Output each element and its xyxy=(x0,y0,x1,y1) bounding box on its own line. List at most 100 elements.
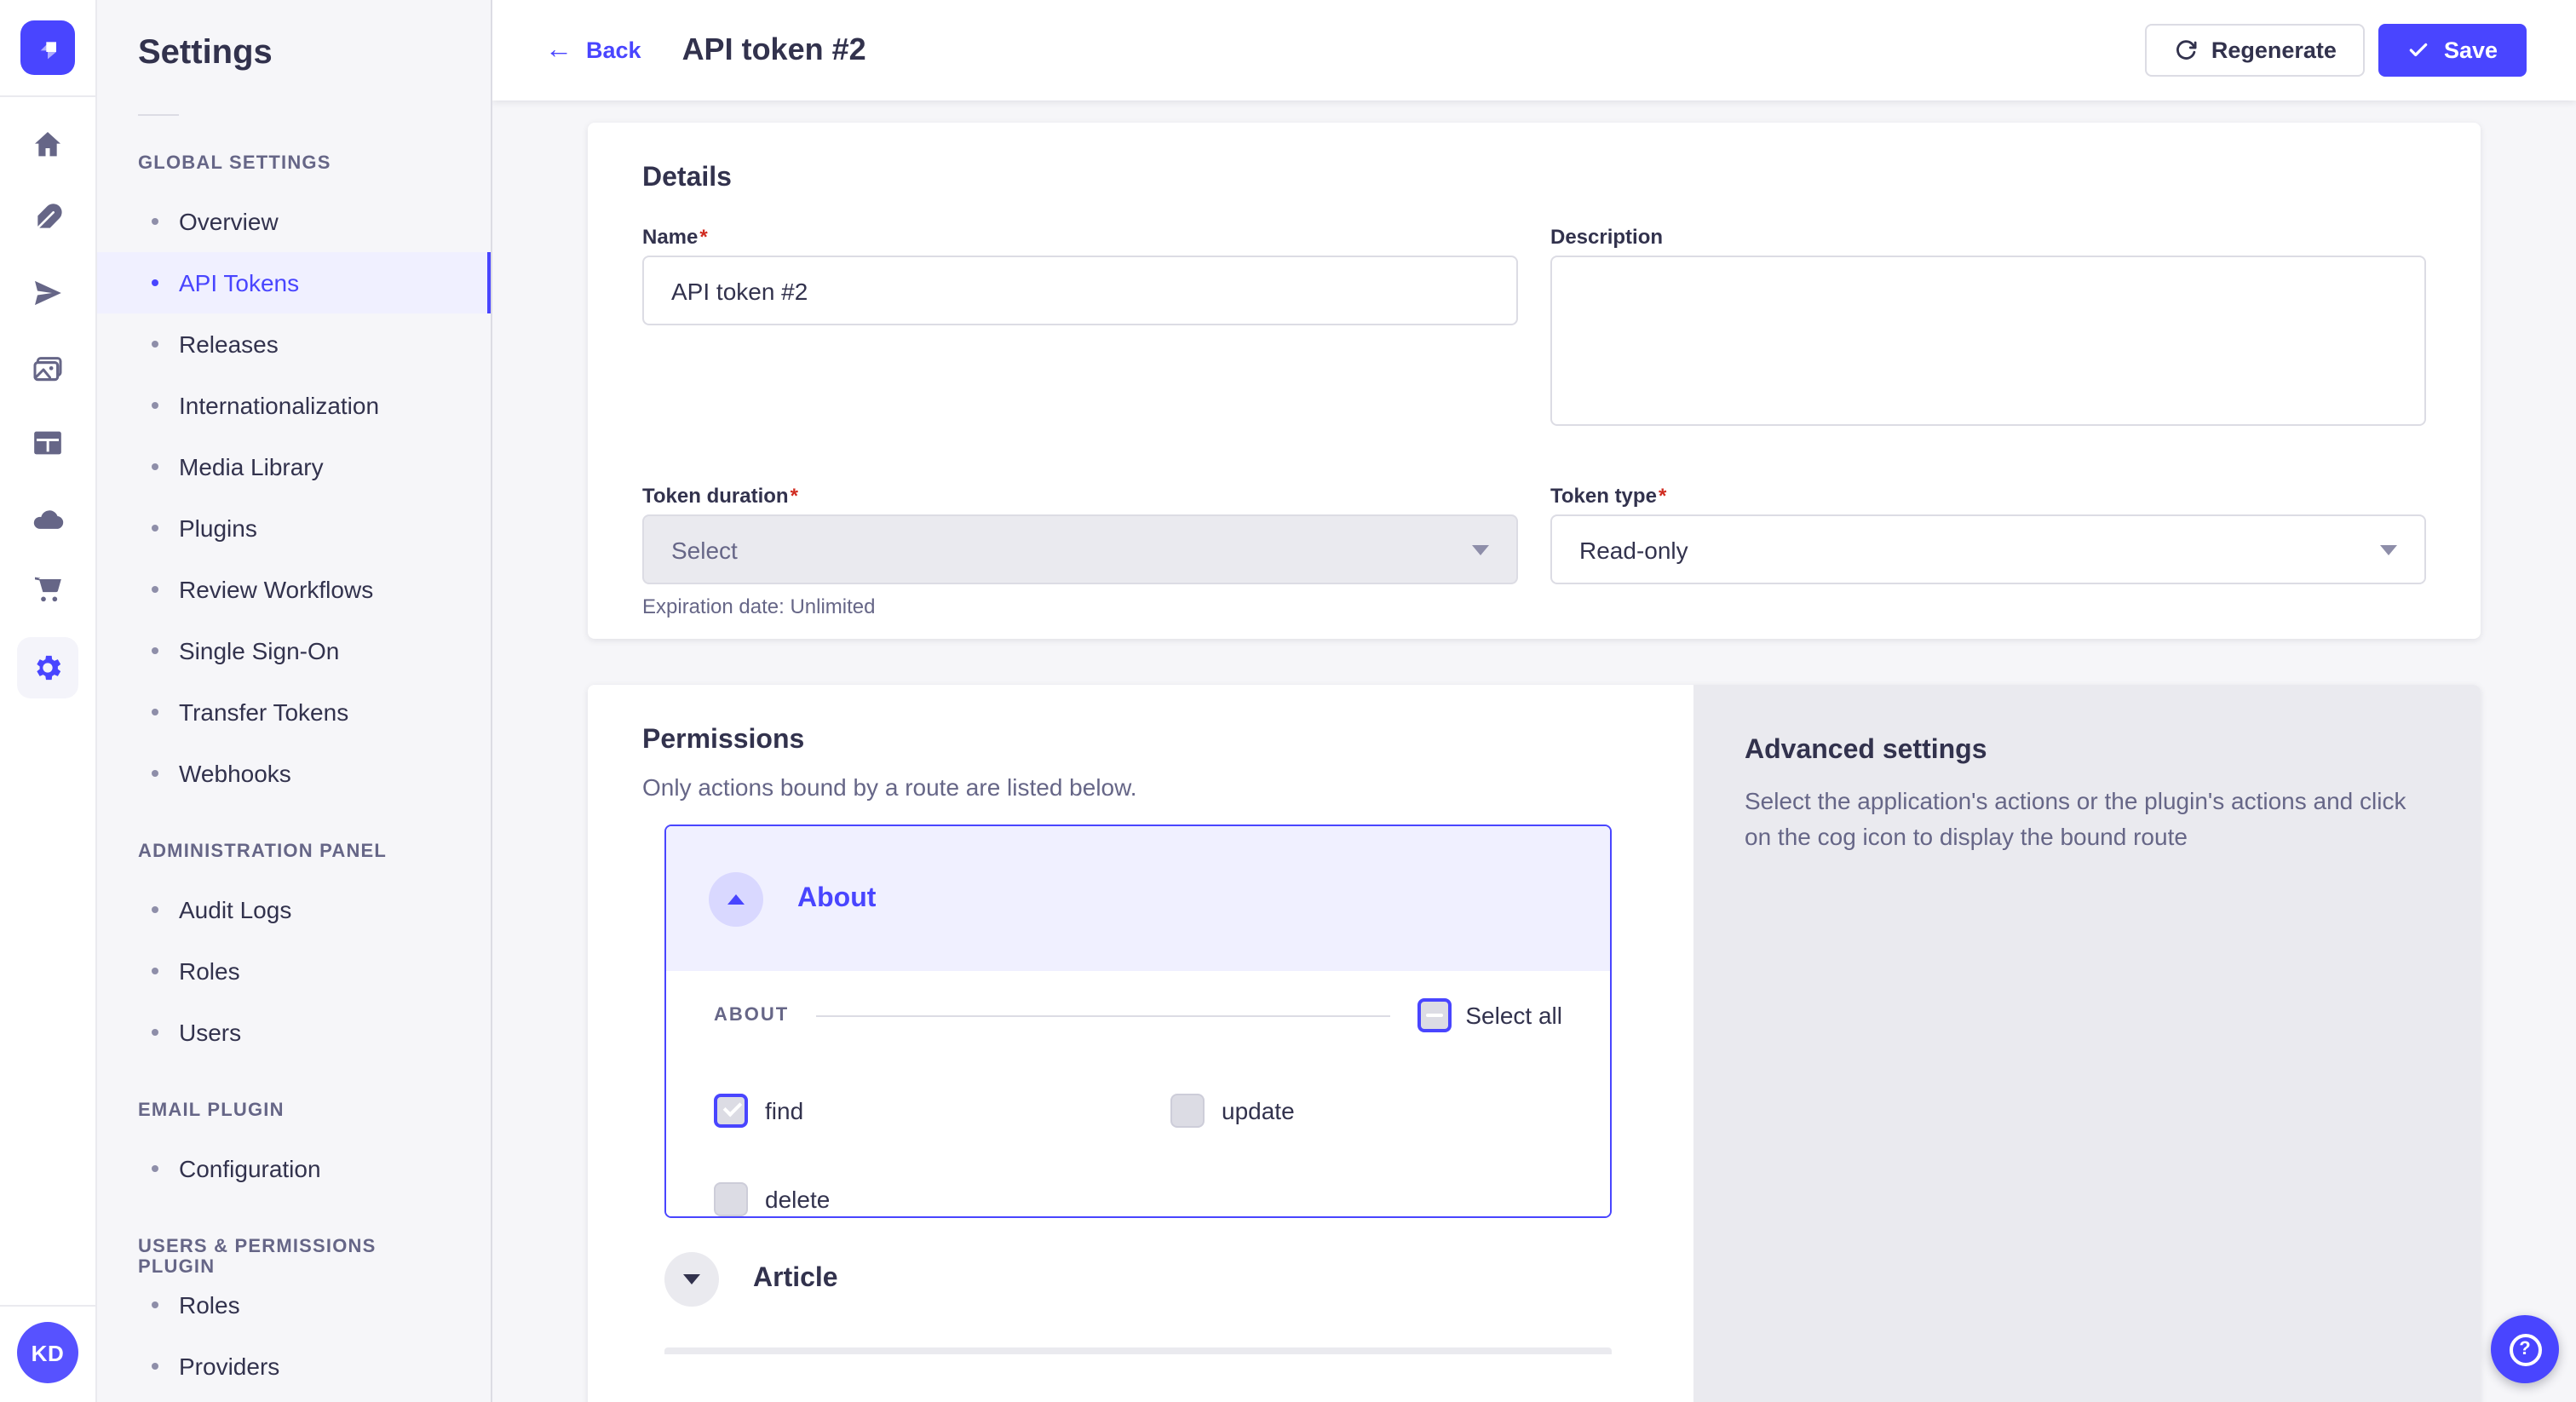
sidebar-item-api-tokens[interactable]: API Tokens xyxy=(97,252,491,313)
sidebar-item-label: Audit Logs xyxy=(179,896,291,923)
token-duration-select[interactable]: Select xyxy=(642,514,1518,584)
delete-checkbox[interactable] xyxy=(714,1182,748,1216)
sidebar-item-audit-logs[interactable]: Audit Logs xyxy=(97,879,491,940)
sidebar-item-label: Users xyxy=(179,1019,241,1046)
marketplace-icon[interactable] xyxy=(14,409,82,477)
rail-divider xyxy=(0,95,95,97)
permissions-card: Permissions Only actions bound by a rout… xyxy=(588,685,2481,1402)
back-arrow-icon: ← xyxy=(545,37,572,64)
bullet-icon xyxy=(152,770,158,777)
help-button[interactable]: ? xyxy=(2491,1315,2559,1383)
sidebar-item-label: Single Sign-On xyxy=(179,637,339,664)
accordion-about: About ABOUT Select all xyxy=(664,825,1612,1218)
cart-icon[interactable] xyxy=(14,554,82,622)
advanced-settings-heading: Advanced settings xyxy=(1745,736,2429,767)
token-duration-label: Token duration* xyxy=(642,484,1518,508)
find-label: find xyxy=(765,1097,803,1124)
check-icon xyxy=(2408,39,2430,61)
bullet-icon xyxy=(152,341,158,348)
sidebar-item-webhooks[interactable]: Webhooks xyxy=(97,743,491,804)
save-label: Save xyxy=(2444,37,2498,63)
required-asterisk: * xyxy=(1659,484,1666,508)
sidebar-item-overview[interactable]: Overview xyxy=(97,191,491,252)
advanced-settings-description: Select the application's actions or the … xyxy=(1745,784,2429,855)
bullet-icon xyxy=(152,402,158,409)
page-header: ← Back API token #2 Regenerate Save xyxy=(492,0,2576,101)
content-manager-icon[interactable] xyxy=(14,259,82,327)
strapi-logo[interactable] xyxy=(20,20,75,75)
chevron-down-icon xyxy=(1472,544,1489,554)
cloud-icon[interactable] xyxy=(14,486,82,554)
bullet-icon xyxy=(152,1165,158,1172)
collapse-toggle-button[interactable] xyxy=(709,871,763,926)
subnav-title: Settings xyxy=(97,0,491,73)
media-library-icon[interactable] xyxy=(14,336,82,404)
permissions-subtitle: Only actions bound by a route are listed… xyxy=(642,773,1639,801)
sidebar-item-label: Review Workflows xyxy=(179,576,373,603)
settings-icon[interactable] xyxy=(17,637,78,698)
sidebar-item-label: API Tokens xyxy=(179,269,299,296)
sidebar-item-releases[interactable]: Releases xyxy=(97,313,491,375)
required-asterisk: * xyxy=(791,484,798,508)
rail-divider-bottom xyxy=(0,1305,95,1307)
permission-update: update xyxy=(1170,1094,1562,1128)
regenerate-label: Regenerate xyxy=(2211,37,2337,63)
back-link[interactable]: ← Back xyxy=(545,37,641,64)
sidebar-item-admin-users[interactable]: Users xyxy=(97,1002,491,1063)
sidebar-item-email-configuration[interactable]: Configuration xyxy=(97,1138,491,1199)
accordion-about-body: ABOUT Select all find xyxy=(666,971,1610,1216)
bullet-icon xyxy=(152,1363,158,1370)
sidebar-item-internationalization[interactable]: Internationalization xyxy=(97,375,491,436)
find-checkbox[interactable] xyxy=(714,1094,748,1128)
user-avatar[interactable]: KD xyxy=(17,1322,78,1383)
nav-section-email-plugin: EMAIL PLUGIN xyxy=(138,1100,450,1124)
required-asterisk: * xyxy=(699,225,707,249)
name-field: Name* xyxy=(642,225,1518,434)
regenerate-button[interactable]: Regenerate xyxy=(2145,24,2366,77)
select-all-checkbox[interactable] xyxy=(1417,998,1452,1032)
token-type-label: Token type* xyxy=(1550,484,2426,508)
description-textarea[interactable] xyxy=(1550,256,2426,426)
sidebar-item-label: Webhooks xyxy=(179,760,291,787)
accordion-article-title: Article xyxy=(753,1264,838,1295)
sidebar-item-label: Releases xyxy=(179,330,279,358)
sidebar-item-label: Media Library xyxy=(179,453,324,480)
sidebar-item-single-sign-on[interactable]: Single Sign-On xyxy=(97,620,491,681)
sidebar-item-review-workflows[interactable]: Review Workflows xyxy=(97,559,491,620)
bullet-icon xyxy=(152,463,158,470)
delete-label: delete xyxy=(765,1186,830,1213)
nav-section-users-permissions-plugin: USERS & PERMISSIONS PLUGIN xyxy=(138,1237,450,1261)
sidebar-item-label: Roles xyxy=(179,1291,240,1319)
bullet-icon xyxy=(152,279,158,286)
subnav-divider xyxy=(138,114,179,116)
bullet-icon xyxy=(152,709,158,715)
sidebar-item-plugins[interactable]: Plugins xyxy=(97,497,491,559)
bullet-icon xyxy=(152,906,158,913)
chevron-down-icon xyxy=(683,1274,700,1284)
expand-toggle-button[interactable] xyxy=(664,1252,719,1307)
sidebar-item-label: Providers xyxy=(179,1353,279,1380)
content-type-builder-icon[interactable] xyxy=(14,184,82,252)
sidebar-item-admin-roles[interactable]: Roles xyxy=(97,940,491,1002)
sidebar-item-up-providers[interactable]: Providers xyxy=(97,1336,491,1397)
sidebar-item-up-roles[interactable]: Roles xyxy=(97,1274,491,1336)
sidebar-item-label: Transfer Tokens xyxy=(179,698,348,726)
accordion-article-header[interactable]: Article xyxy=(664,1252,1639,1307)
bullet-icon xyxy=(152,218,158,225)
sidebar-item-media-library[interactable]: Media Library xyxy=(97,436,491,497)
about-subsection-label: ABOUT xyxy=(714,1005,789,1026)
expiration-helper-text: Expiration date: Unlimited xyxy=(642,595,1518,618)
main-content: ← Back API token #2 Regenerate Save Deta… xyxy=(492,0,2576,1402)
home-icon[interactable] xyxy=(14,111,82,179)
token-duration-value: Select xyxy=(671,536,738,563)
update-checkbox[interactable] xyxy=(1170,1094,1205,1128)
token-type-select[interactable]: Read-only xyxy=(1550,514,2426,584)
accordion-about-header[interactable]: About xyxy=(666,826,1610,971)
name-input[interactable] xyxy=(642,256,1518,325)
sidebar-item-label: Plugins xyxy=(179,514,257,542)
save-button[interactable]: Save xyxy=(2379,24,2527,77)
header-actions: Regenerate Save xyxy=(2145,24,2527,77)
chevron-down-icon xyxy=(2380,544,2397,554)
bullet-icon xyxy=(152,1029,158,1036)
sidebar-item-transfer-tokens[interactable]: Transfer Tokens xyxy=(97,681,491,743)
